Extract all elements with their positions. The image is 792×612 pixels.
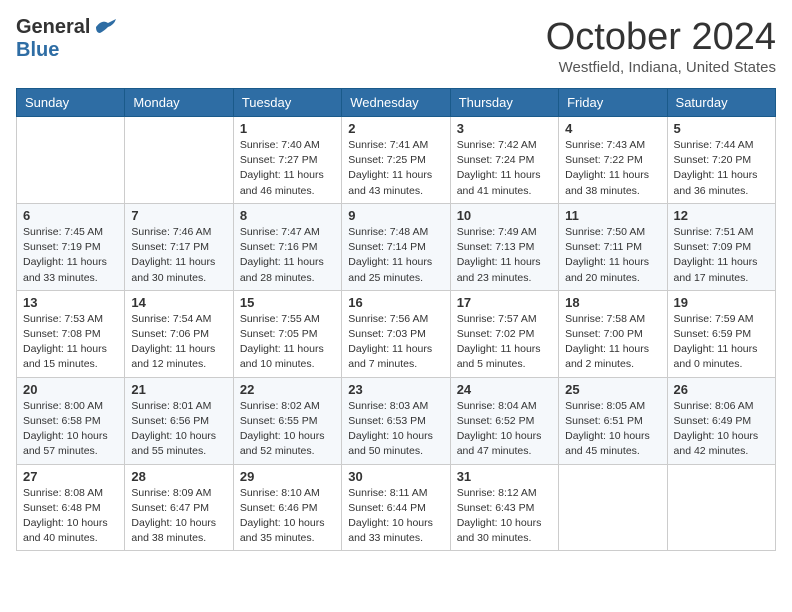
col-monday: Monday	[125, 89, 233, 117]
table-row: 15 Sunrise: 7:55 AMSunset: 7:05 PMDaylig…	[233, 290, 341, 377]
table-row: 18 Sunrise: 7:58 AMSunset: 7:00 PMDaylig…	[559, 290, 667, 377]
table-row: 21 Sunrise: 8:01 AMSunset: 6:56 PMDaylig…	[125, 377, 233, 464]
table-row: 4 Sunrise: 7:43 AMSunset: 7:22 PMDayligh…	[559, 117, 667, 204]
table-row: 30 Sunrise: 8:11 AMSunset: 6:44 PMDaylig…	[342, 464, 450, 551]
logo: General Blue	[16, 16, 116, 62]
col-tuesday: Tuesday	[233, 89, 341, 117]
table-row: 31 Sunrise: 8:12 AMSunset: 6:43 PMDaylig…	[450, 464, 558, 551]
col-saturday: Saturday	[667, 89, 775, 117]
table-row: 19 Sunrise: 7:59 AMSunset: 6:59 PMDaylig…	[667, 290, 775, 377]
logo-general: General	[16, 16, 90, 39]
page-header: General Blue October 2024 Westfield, Ind…	[16, 16, 776, 76]
calendar-table: Sunday Monday Tuesday Wednesday Thursday…	[16, 88, 776, 551]
table-row: 7 Sunrise: 7:46 AMSunset: 7:17 PMDayligh…	[125, 203, 233, 290]
table-row: 25 Sunrise: 8:05 AMSunset: 6:51 PMDaylig…	[559, 377, 667, 464]
col-sunday: Sunday	[17, 89, 125, 117]
table-row: 16 Sunrise: 7:56 AMSunset: 7:03 PMDaylig…	[342, 290, 450, 377]
table-row: 5 Sunrise: 7:44 AMSunset: 7:20 PMDayligh…	[667, 117, 775, 204]
location-title: Westfield, Indiana, United States	[546, 59, 776, 76]
col-friday: Friday	[559, 89, 667, 117]
title-block: October 2024 Westfield, Indiana, United …	[546, 16, 776, 76]
table-row: 14 Sunrise: 7:54 AMSunset: 7:06 PMDaylig…	[125, 290, 233, 377]
table-row: 2 Sunrise: 7:41 AMSunset: 7:25 PMDayligh…	[342, 117, 450, 204]
month-title: October 2024	[546, 16, 776, 59]
table-row: 27 Sunrise: 8:08 AMSunset: 6:48 PMDaylig…	[17, 464, 125, 551]
table-row: 13 Sunrise: 7:53 AMSunset: 7:08 PMDaylig…	[17, 290, 125, 377]
table-row: 3 Sunrise: 7:42 AMSunset: 7:24 PMDayligh…	[450, 117, 558, 204]
table-row: 29 Sunrise: 8:10 AMSunset: 6:46 PMDaylig…	[233, 464, 341, 551]
table-row: 6 Sunrise: 7:45 AMSunset: 7:19 PMDayligh…	[17, 203, 125, 290]
logo-bird-icon	[94, 19, 116, 35]
table-row	[125, 117, 233, 204]
table-row	[17, 117, 125, 204]
table-row	[559, 464, 667, 551]
table-row: 20 Sunrise: 8:00 AMSunset: 6:58 PMDaylig…	[17, 377, 125, 464]
calendar-header-row: Sunday Monday Tuesday Wednesday Thursday…	[17, 89, 776, 117]
col-wednesday: Wednesday	[342, 89, 450, 117]
table-row: 11 Sunrise: 7:50 AMSunset: 7:11 PMDaylig…	[559, 203, 667, 290]
table-row: 23 Sunrise: 8:03 AMSunset: 6:53 PMDaylig…	[342, 377, 450, 464]
table-row: 10 Sunrise: 7:49 AMSunset: 7:13 PMDaylig…	[450, 203, 558, 290]
table-row	[667, 464, 775, 551]
table-row: 26 Sunrise: 8:06 AMSunset: 6:49 PMDaylig…	[667, 377, 775, 464]
table-row: 22 Sunrise: 8:02 AMSunset: 6:55 PMDaylig…	[233, 377, 341, 464]
table-row: 12 Sunrise: 7:51 AMSunset: 7:09 PMDaylig…	[667, 203, 775, 290]
table-row: 24 Sunrise: 8:04 AMSunset: 6:52 PMDaylig…	[450, 377, 558, 464]
table-row: 1 Sunrise: 7:40 AMSunset: 7:27 PMDayligh…	[233, 117, 341, 204]
table-row: 9 Sunrise: 7:48 AMSunset: 7:14 PMDayligh…	[342, 203, 450, 290]
col-thursday: Thursday	[450, 89, 558, 117]
table-row: 28 Sunrise: 8:09 AMSunset: 6:47 PMDaylig…	[125, 464, 233, 551]
table-row: 8 Sunrise: 7:47 AMSunset: 7:16 PMDayligh…	[233, 203, 341, 290]
table-row: 17 Sunrise: 7:57 AMSunset: 7:02 PMDaylig…	[450, 290, 558, 377]
logo-blue: Blue	[16, 39, 59, 61]
